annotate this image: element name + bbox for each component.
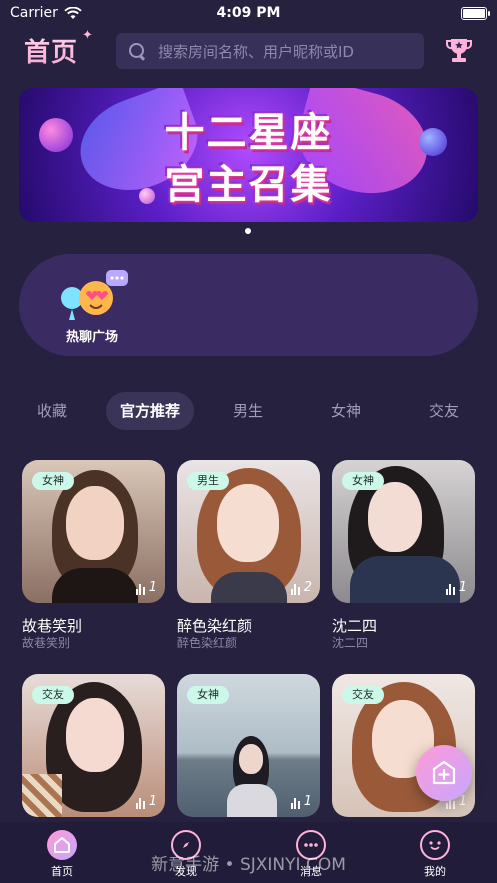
room-subtitle: 故巷笑别 [22, 636, 71, 650]
search-icon [128, 42, 146, 60]
trophy-icon[interactable] [446, 36, 472, 64]
tab-favorites[interactable]: 收藏 [28, 392, 76, 430]
room-tag: 男生 [187, 472, 229, 490]
promo-banner[interactable]: 十二星座 宫主召集 [19, 88, 478, 222]
audio-bars-icon [135, 584, 145, 595]
status-left: Carrier [10, 5, 82, 21]
audio-bars-icon [135, 798, 145, 809]
tab-official-recommend[interactable]: 官方推荐 [106, 392, 194, 430]
page-title: 首页 [24, 32, 78, 69]
room-listener-count: 1 [135, 794, 157, 809]
create-room-button[interactable] [416, 745, 472, 801]
banner-title-line1: 十二星座 [164, 110, 333, 156]
room-name: 醉色染红颜 [177, 617, 253, 635]
tab-goddess[interactable]: 女神 [322, 392, 370, 430]
room-name: 故巷笑别 [22, 617, 83, 635]
audio-bars-icon [290, 584, 300, 595]
room-card[interactable]: 女神 1 [22, 460, 165, 603]
tabbar-label: 消息 [300, 865, 322, 878]
tabbar-item-discover[interactable]: 发现 [156, 830, 216, 879]
audio-bars-icon [445, 584, 455, 595]
room-tag: 交友 [342, 686, 384, 704]
room-card[interactable]: 女神 1 [332, 460, 475, 603]
tab-dating[interactable]: 交友 [420, 392, 468, 430]
room-listener-count: 1 [135, 580, 157, 595]
chat-plaza-icon [61, 270, 128, 320]
room-subtitle: 醉色染红颜 [177, 636, 238, 650]
tabbar-item-mine[interactable]: 我的 [405, 830, 465, 879]
status-bar: Carrier 4:09 PM [0, 0, 497, 26]
message-icon [296, 830, 326, 860]
search-placeholder: 搜索房间名称、用户昵称或ID [158, 42, 354, 61]
tabbar-label: 首页 [51, 865, 73, 878]
search-input[interactable]: 搜索房间名称、用户昵称或ID [116, 33, 424, 69]
banner-title-line2: 宫主召集 [164, 162, 333, 208]
category-tabs: 收藏 官方推荐 男生 女神 交友 [0, 392, 497, 430]
add-room-icon [432, 760, 456, 785]
tabbar-item-messages[interactable]: 消息 [281, 830, 341, 879]
room-tag: 女神 [342, 472, 384, 490]
carrier-label: Carrier [10, 5, 58, 21]
room-tag: 女神 [32, 472, 74, 490]
wifi-icon [64, 6, 82, 19]
compass-icon [171, 830, 201, 860]
room-subtitle: 沈二四 [332, 636, 369, 650]
room-listener-count: 2 [290, 580, 312, 595]
banner-page-indicator [245, 228, 251, 234]
battery-icon [461, 6, 490, 20]
profile-face-icon [420, 830, 450, 860]
tabbar-label: 发现 [175, 865, 197, 878]
room-card[interactable]: 交友 1 [22, 674, 165, 817]
room-listener-count: 1 [445, 580, 467, 595]
chat-plaza-label: 热聊广场 [65, 330, 118, 345]
tabbar-item-home[interactable]: 首页 [32, 830, 92, 879]
sparkle-icon: ✦ [82, 28, 93, 43]
room-tag: 女神 [187, 686, 229, 704]
room-card[interactable]: 女神 1 [177, 674, 320, 817]
home-icon [47, 830, 77, 860]
tab-male[interactable]: 男生 [224, 392, 272, 430]
header: 首页 ✦ 搜索房间名称、用户昵称或ID [0, 28, 497, 70]
tabbar-label: 我的 [424, 865, 446, 878]
bottom-tab-bar: 首页 发现 消息 我的 [0, 822, 497, 883]
room-name: 沈二四 [332, 617, 378, 635]
room-listener-count: 1 [290, 794, 312, 809]
audio-bars-icon [290, 798, 300, 809]
room-card[interactable]: 男生 2 [177, 460, 320, 603]
room-tag: 交友 [32, 686, 74, 704]
